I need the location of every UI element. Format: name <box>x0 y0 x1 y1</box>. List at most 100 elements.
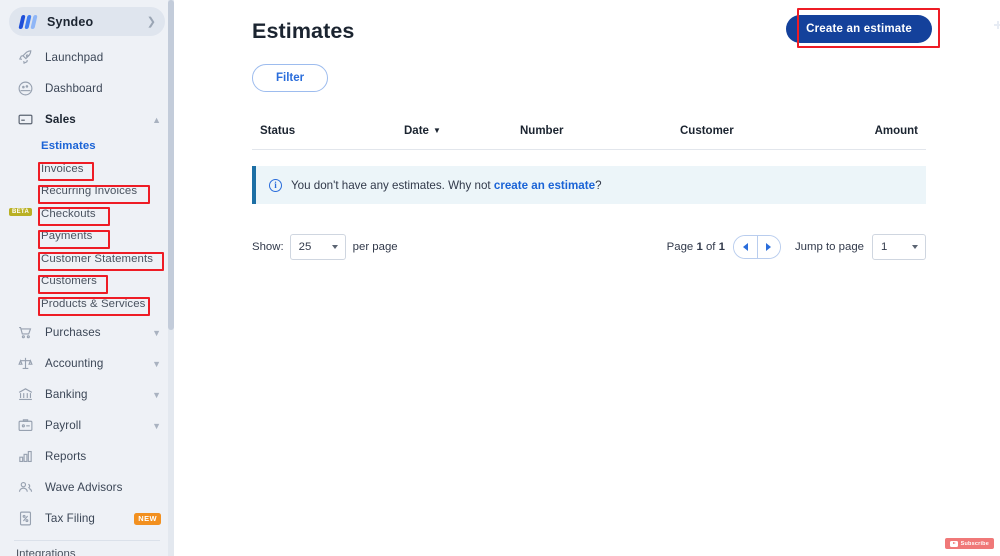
chevron-down-icon: ▼ <box>152 327 161 338</box>
scales-icon <box>16 354 35 373</box>
rocket-icon <box>16 48 35 67</box>
sidebar-item-label: Recurring Invoices <box>41 185 138 198</box>
sidebar-item-label: Customers <box>41 275 97 288</box>
sort-descending-icon: ▼ <box>432 126 441 135</box>
sidebar-item-tax-filing[interactable]: Tax Filing NEW <box>0 503 174 534</box>
sidebar-item-launchpad[interactable]: Launchpad <box>0 42 174 73</box>
sidebar-item-sales[interactable]: Sales ▲ <box>0 104 174 135</box>
app-window: Syndeo ❯ Launchpad Dashboard Sales ▲ Est… <box>0 0 1000 556</box>
payroll-id-icon <box>16 416 35 435</box>
jump-to-page-select[interactable]: 1 <box>872 234 926 260</box>
sidebar-item-purchases[interactable]: Purchases ▼ <box>0 317 174 348</box>
empty-state-text-before: You don't have any estimates. Why not <box>291 178 494 192</box>
jump-to-page-label: Jump to page <box>794 241 864 253</box>
column-header-date-label: Date <box>404 125 429 137</box>
pagination-bar: Show: 25 per page Page 1 of 1 Jump to pa… <box>252 234 926 260</box>
sidebar-item-label: Payments <box>41 230 93 243</box>
brand-name: Syndeo <box>47 14 94 29</box>
sidebar-item-banking[interactable]: Banking ▼ <box>0 379 174 410</box>
chevron-down-icon: ▼ <box>152 389 161 400</box>
show-label: Show: <box>252 241 284 253</box>
per-page-label: per page <box>352 241 398 253</box>
sidebar-item-label: Payroll <box>45 419 82 432</box>
main-content: Estimates Create an estimate Filter Stat… <box>174 0 1000 556</box>
jump-to-page-value: 1 <box>881 241 888 253</box>
sidebar-item-wave-advisors[interactable]: Wave Advisors <box>0 472 174 503</box>
previous-page-button[interactable] <box>733 236 757 258</box>
page-status: Page 1 of 1 <box>667 241 725 253</box>
chevron-down-icon: ▼ <box>152 358 161 369</box>
sidebar-item-label: Invoices <box>41 162 84 175</box>
create-estimate-button[interactable]: Create an estimate <box>786 15 932 43</box>
page-title: Estimates <box>252 19 355 43</box>
sidebar-item-products-services[interactable]: Products & Services <box>0 293 174 316</box>
syndeo-logo-icon <box>18 14 39 30</box>
percent-doc-icon <box>16 509 35 528</box>
column-header-customer[interactable]: Customer <box>680 125 734 137</box>
chevron-down-icon <box>912 245 918 249</box>
cart-icon <box>16 323 35 342</box>
beta-badge: BETA <box>9 207 33 216</box>
sidebar-item-checkouts[interactable]: BETA Checkouts <box>0 203 174 226</box>
sales-subnav: Estimates Invoices Recurring Invoices BE… <box>0 135 174 317</box>
sidebar-item-recurring-invoices[interactable]: Recurring Invoices <box>0 180 174 203</box>
sidebar-item-customers[interactable]: Customers <box>0 270 174 293</box>
empty-state-text-after: ? <box>595 178 602 192</box>
brand-switcher[interactable]: Syndeo ❯ <box>9 7 165 36</box>
sidebar-item-integrations[interactable]: Integrations <box>0 541 174 556</box>
sidebar-item-label: Purchases <box>45 326 101 339</box>
sidebar-item-customer-statements[interactable]: Customer Statements <box>0 248 174 271</box>
people-icon <box>16 478 35 497</box>
sidebar-item-reports[interactable]: Reports <box>0 441 174 472</box>
total-page-number: 1 <box>718 241 725 253</box>
dashboard-icon <box>16 79 35 98</box>
subscribe-label: Subscribe <box>960 540 989 547</box>
sidebar-item-payments[interactable]: Payments <box>0 225 174 248</box>
bar-chart-icon <box>16 447 35 466</box>
bank-icon <box>16 385 35 404</box>
page-status-prefix: Page <box>666 241 697 253</box>
next-page-button[interactable] <box>756 236 780 258</box>
filter-button[interactable]: Filter <box>252 64 329 92</box>
youtube-subscribe-overlay[interactable]: Subscribe <box>944 538 994 549</box>
create-an-estimate-link[interactable]: create an estimate <box>494 179 595 192</box>
column-header-number[interactable]: Number <box>520 125 563 137</box>
sidebar-item-label: Estimates <box>41 140 96 153</box>
info-circle-icon: i <box>269 178 282 192</box>
empty-state-banner: i You don't have any estimates. Why not … <box>252 166 926 204</box>
column-header-amount[interactable]: Amount <box>875 125 918 137</box>
sidebar-item-label: Sales <box>45 113 76 126</box>
page-size-group: Show: 25 per page <box>252 234 398 260</box>
sidebar-item-label: Products & Services <box>41 297 146 310</box>
new-badge: NEW <box>134 512 161 525</box>
page-status-of: of <box>702 241 719 253</box>
empty-state-text: You don't have any estimates. Why not cr… <box>291 179 602 192</box>
sidebar-item-label: Accounting <box>45 357 104 370</box>
column-header-date[interactable]: Date ▼ <box>404 125 441 137</box>
sidebar-nav: Launchpad Dashboard Sales ▲ Estimates In… <box>0 42 174 534</box>
sidebar-item-label: Tax Filing <box>45 512 95 525</box>
page-arrows <box>732 235 781 259</box>
sidebar-item-label: Customer Statements <box>41 252 154 265</box>
card-icon <box>16 110 35 129</box>
chevron-down-icon: ▼ <box>152 420 161 431</box>
column-header-status[interactable]: Status <box>260 125 295 137</box>
page-nav-group: Page 1 of 1 Jump to page 1 <box>667 234 926 260</box>
sidebar-item-payroll[interactable]: Payroll ▼ <box>0 410 174 441</box>
sidebar-item-label: Banking <box>45 388 88 401</box>
chevron-down-icon <box>331 245 338 249</box>
sidebar-item-label: Checkouts <box>41 207 96 220</box>
youtube-icon <box>949 540 958 547</box>
sidebar-item-invoices[interactable]: Invoices <box>0 158 174 181</box>
sidebar-item-accounting[interactable]: Accounting ▼ <box>0 348 174 379</box>
estimates-table-header: Status Date ▼ Number Customer Amount <box>252 125 926 150</box>
sidebar-item-label: Launchpad <box>45 51 104 64</box>
chevron-up-icon: ▲ <box>152 114 161 125</box>
sidebar: Syndeo ❯ Launchpad Dashboard Sales ▲ Est… <box>0 0 174 556</box>
chevron-right-icon: ❯ <box>146 16 156 28</box>
sidebar-item-estimates[interactable]: Estimates <box>0 135 174 158</box>
page-size-value: 25 <box>298 241 312 253</box>
mouse-cursor <box>994 21 1000 29</box>
page-size-select[interactable]: 25 <box>289 234 346 260</box>
sidebar-item-dashboard[interactable]: Dashboard <box>0 73 174 104</box>
